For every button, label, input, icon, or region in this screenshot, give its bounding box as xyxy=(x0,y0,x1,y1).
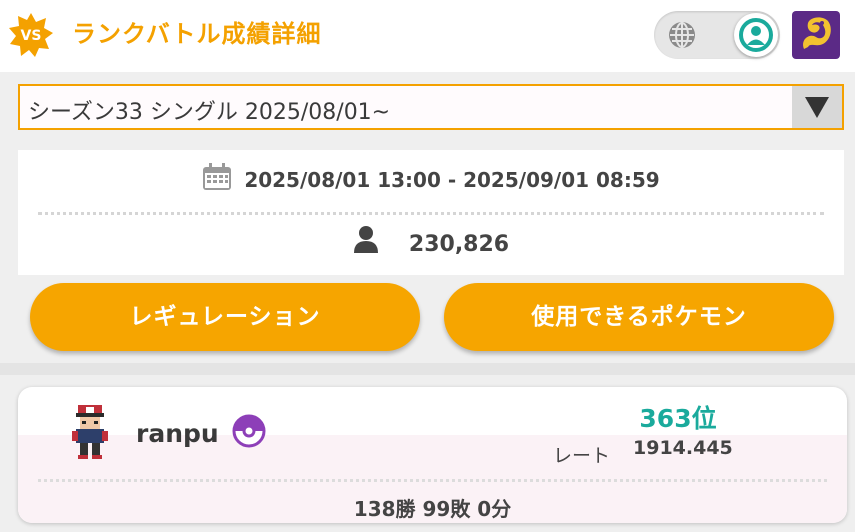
triangle-down-icon xyxy=(805,97,829,118)
rate-label: レート xyxy=(553,445,611,467)
participant-count-text: 230,826 xyxy=(408,232,510,257)
season-select-value: シーズン33 シングル 2025/08/01~ xyxy=(28,100,391,125)
page-title: ランクバトル成績詳細 xyxy=(72,20,322,48)
calendar-icon xyxy=(202,163,232,196)
app-icon[interactable] xyxy=(792,11,840,59)
participant-count: 230,826 xyxy=(18,225,844,260)
divider xyxy=(38,479,827,482)
usable-pokemon-button[interactable]: 使用できるポケモン xyxy=(444,283,834,351)
player-card[interactable]: ranpu 363位 レート 1914.445 138勝 99敗 0分 xyxy=(18,387,847,523)
section-divider xyxy=(0,363,855,375)
globe-icon[interactable] xyxy=(668,21,696,49)
region-toggle[interactable] xyxy=(654,11,780,59)
player-rank: 363位 xyxy=(639,404,717,433)
vs-badge-label: VS xyxy=(20,28,42,44)
season-select[interactable]: シーズン33 シングル 2025/08/01~ xyxy=(18,84,844,130)
win-loss-record: 138勝 99敗 0分 xyxy=(353,497,512,521)
pokeball-icon xyxy=(232,414,266,448)
season-period-text: 2025/08/01 13:00 - 2025/09/01 08:59 xyxy=(244,168,660,192)
season-period: 2025/08/01 13:00 - 2025/09/01 08:59 xyxy=(18,163,844,196)
vs-badge-icon: VS xyxy=(8,12,54,58)
player-name: ranpu xyxy=(136,419,219,448)
toggle-knob[interactable] xyxy=(734,13,778,57)
regulation-button[interactable]: レギュレーション xyxy=(30,283,420,351)
rate-value: 1914.445 xyxy=(633,437,733,459)
season-info-card: 2025/08/01 13:00 - 2025/09/01 08:59 230,… xyxy=(18,150,844,275)
app-header: VS ランクバトル成績詳細 xyxy=(0,0,855,72)
user-icon xyxy=(739,18,773,52)
season-select-toggle[interactable] xyxy=(792,86,842,128)
person-icon xyxy=(353,225,379,259)
trainer-sprite-icon xyxy=(72,405,108,459)
divider xyxy=(38,212,824,215)
